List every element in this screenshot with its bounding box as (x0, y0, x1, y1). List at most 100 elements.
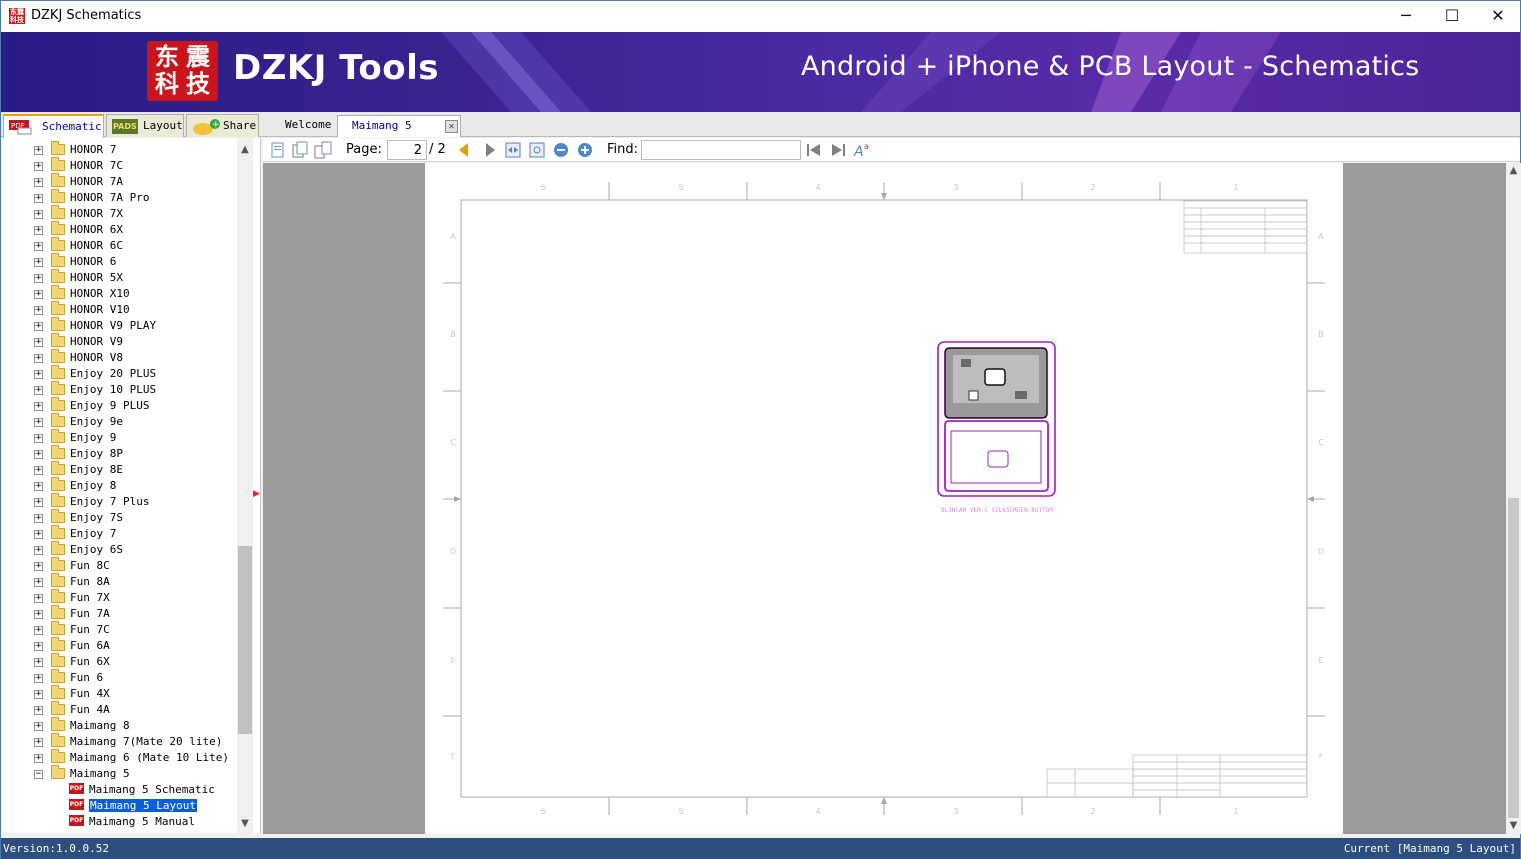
tree-item[interactable]: + HONOR V9 (1, 333, 237, 350)
expand-icon[interactable]: + (34, 658, 43, 667)
tree-item[interactable]: + Enjoy 9 (1, 429, 237, 446)
expand-icon[interactable]: + (34, 690, 43, 699)
tree-item[interactable]: + HONOR 7A Pro (1, 189, 237, 206)
expand-icon[interactable]: + (34, 562, 43, 571)
tree-scrollbar[interactable]: ▲ ▼ (237, 138, 253, 833)
tree-item[interactable]: + HONOR 7C (1, 157, 237, 174)
tab-layout[interactable]: PADS Layout (106, 114, 184, 137)
tree-item[interactable]: + Enjoy 7 Plus (1, 493, 237, 510)
tab-close-icon[interactable]: ✕ (445, 120, 458, 133)
scroll-down-icon[interactable]: ▼ (237, 816, 253, 832)
zoom-in-icon[interactable] (576, 141, 594, 159)
expand-icon[interactable]: + (34, 146, 43, 155)
tree-item[interactable]: + Fun 8A (1, 573, 237, 590)
tree-item[interactable]: + HONOR 6X (1, 221, 237, 238)
expand-icon[interactable]: + (34, 306, 43, 315)
expand-icon[interactable]: + (34, 322, 43, 331)
tree-item[interactable]: + HONOR 6 (1, 253, 237, 270)
expand-icon[interactable]: + (34, 274, 43, 283)
expand-icon[interactable]: + (34, 354, 43, 363)
expand-icon[interactable]: + (34, 258, 43, 267)
expand-icon[interactable]: + (34, 498, 43, 507)
expand-icon[interactable]: + (34, 242, 43, 251)
tree-item[interactable]: + Fun 4X (1, 685, 237, 702)
tree-item[interactable]: + Enjoy 20 PLUS (1, 365, 237, 382)
tree-item[interactable]: + Enjoy 8P (1, 445, 237, 462)
tree-item[interactable]: + HONOR 6C (1, 237, 237, 254)
tree-item[interactable]: + Enjoy 7S (1, 509, 237, 526)
tab-share[interactable]: + Share (186, 114, 259, 137)
tree-item[interactable]: + HONOR 7 (1, 141, 237, 158)
find-input[interactable] (641, 140, 801, 160)
tree-item[interactable]: + Maimang 6 (Mate 10 Lite) (1, 749, 237, 766)
tree-item[interactable]: + Enjoy 8 (1, 477, 237, 494)
expand-icon[interactable]: + (34, 610, 43, 619)
fit-page-icon[interactable] (528, 141, 546, 159)
expand-icon[interactable]: + (34, 642, 43, 651)
fit-width-icon[interactable] (504, 141, 522, 159)
single-page-icon[interactable] (291, 141, 309, 159)
tree-item[interactable]: + Fun 7X (1, 589, 237, 606)
tree-item[interactable]: + HONOR V8 (1, 349, 237, 366)
tab-schematic[interactable]: PDF Schematic (3, 114, 104, 138)
tree-item[interactable]: + Fun 7A (1, 605, 237, 622)
viewer-scrollbar[interactable]: ▲ ▼ (1506, 163, 1521, 834)
expand-icon[interactable]: + (34, 482, 43, 491)
expand-icon[interactable]: + (34, 434, 43, 443)
tab-welcome[interactable]: Welcome (271, 115, 345, 137)
expand-icon[interactable]: + (34, 338, 43, 347)
scroll-down-icon[interactable]: ▼ (1506, 818, 1521, 834)
tree-file-item[interactable]: PDF Maimang 5 Manual (1, 814, 237, 830)
zoom-out-icon[interactable] (552, 141, 570, 159)
expand-icon[interactable]: + (34, 738, 43, 747)
document-viewer[interactable]: 6 5 4 3 2 1 6 5 4 3 2 1 A B C D E F A B … (263, 163, 1506, 834)
expand-icon[interactable]: + (34, 178, 43, 187)
expand-icon[interactable]: + (34, 578, 43, 587)
previous-page-icon[interactable] (455, 141, 473, 159)
expand-icon[interactable]: + (34, 514, 43, 523)
scroll-up-icon[interactable]: ▲ (1506, 163, 1521, 179)
page-number-input[interactable] (387, 140, 427, 160)
tree-item[interactable]: + HONOR 5X (1, 269, 237, 286)
highlight-text-icon[interactable]: Aa (853, 141, 871, 159)
tree-item[interactable]: + Fun 7C (1, 621, 237, 638)
expand-icon[interactable]: + (34, 466, 43, 475)
tree-item[interactable]: + HONOR V9 PLAY (1, 317, 237, 334)
panel-collapse-icon[interactable]: ▶ (253, 489, 261, 505)
expand-icon[interactable]: + (34, 626, 43, 635)
expand-icon[interactable]: + (34, 546, 43, 555)
expand-icon[interactable]: + (34, 530, 43, 539)
expand-icon[interactable]: + (34, 418, 43, 427)
tree-item[interactable]: + Enjoy 9 PLUS (1, 397, 237, 414)
expand-icon[interactable]: + (34, 674, 43, 683)
tree-item[interactable]: + Fun 6X (1, 653, 237, 670)
expand-icon[interactable]: + (34, 210, 43, 219)
expand-icon[interactable]: + (34, 594, 43, 603)
open-file-icon[interactable] (269, 141, 287, 159)
tree-item[interactable]: + Enjoy 7 (1, 525, 237, 542)
expand-icon[interactable]: + (34, 370, 43, 379)
tree-item[interactable]: + HONOR X10 (1, 285, 237, 302)
tree-item[interactable]: + Maimang 7(Mate 20 lite) (1, 733, 237, 750)
tree-scroll-thumb[interactable] (238, 546, 252, 734)
tree-item[interactable]: + HONOR 7A (1, 173, 237, 190)
expand-icon[interactable]: + (34, 754, 43, 763)
double-page-icon[interactable] (314, 141, 332, 159)
find-previous-icon[interactable] (805, 141, 823, 159)
tree-file-item[interactable]: PDF Maimang 5 Schematic (1, 782, 237, 798)
expand-icon[interactable]: + (34, 226, 43, 235)
tree-item[interactable]: + Fun 8C (1, 557, 237, 574)
tree-item[interactable]: + HONOR V10 (1, 301, 237, 318)
expand-icon[interactable]: + (34, 722, 43, 731)
viewer-scroll-thumb[interactable] (1508, 498, 1519, 818)
expand-icon[interactable]: + (34, 162, 43, 171)
expand-icon[interactable]: + (34, 290, 43, 299)
expand-icon[interactable]: + (34, 450, 43, 459)
scroll-up-icon[interactable]: ▲ (237, 142, 253, 158)
find-next-icon[interactable] (829, 141, 847, 159)
expand-icon[interactable]: + (34, 386, 43, 395)
next-page-icon[interactable] (481, 141, 499, 159)
tree-item[interactable]: + Enjoy 9e (1, 413, 237, 430)
tree-item[interactable]: + Enjoy 6S (1, 541, 237, 558)
expand-icon[interactable]: + (34, 402, 43, 411)
